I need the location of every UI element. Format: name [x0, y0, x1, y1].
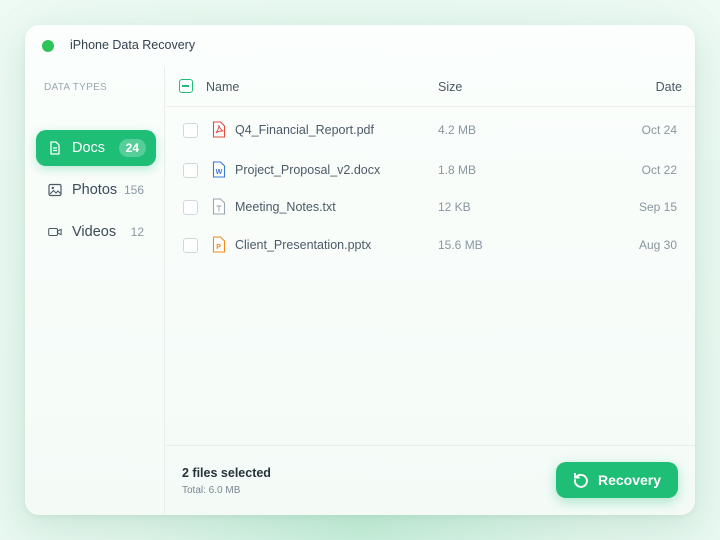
file-date: Aug 30: [638, 238, 677, 252]
file-size: 4.2 MB: [438, 123, 477, 137]
svg-text:P: P: [216, 244, 221, 251]
file-name: Client_Presentation.pptx: [235, 238, 372, 252]
sidebar-item-label: Videos: [72, 224, 117, 240]
video-icon: [48, 227, 62, 237]
sidebar: DATA TYPES Docs 24 Photos 156 Videos 12: [25, 67, 165, 515]
file-size: 1.8 MB: [438, 163, 477, 177]
sidebar-heading: DATA TYPES: [44, 82, 108, 93]
recovery-button[interactable]: Recovery: [556, 462, 678, 498]
text-file-icon: [212, 198, 226, 215]
file-date: Oct 24: [641, 123, 677, 137]
file-date: Sep 15: [638, 200, 677, 214]
file-name: Project_Proposal_v2.docx: [235, 163, 381, 177]
app-title: iPhone Data Recovery: [70, 38, 196, 52]
row-checkbox[interactable]: [183, 123, 198, 138]
row-checkbox[interactable]: [183, 163, 198, 178]
powerpoint-icon: P: [212, 236, 226, 253]
status-dot: [42, 40, 54, 52]
sidebar-item-photos[interactable]: Photos 156: [36, 172, 156, 208]
selection-total: Total: 6.0 MB: [182, 485, 241, 496]
table-header: Name Size Date: [166, 67, 695, 107]
sidebar-item-label: Photos: [72, 182, 118, 198]
item-count: 156: [123, 183, 144, 197]
image-icon: [48, 183, 62, 197]
document-icon: [50, 141, 60, 155]
file-list-panel: Name Size Date Q4_Financial_Report.pdf 4…: [166, 67, 695, 515]
select-all-checkbox[interactable]: [179, 79, 193, 93]
file-size: 12 KB: [438, 200, 471, 214]
selection-count: 2 files selected: [182, 466, 271, 480]
title-bar: iPhone Data Recovery: [25, 25, 695, 67]
column-header-name[interactable]: Name: [206, 80, 239, 94]
file-date: Oct 22: [641, 163, 677, 177]
count-badge: 24: [118, 139, 146, 157]
file-name: Meeting_Notes.txt: [235, 200, 336, 214]
column-header-date[interactable]: Date: [656, 80, 682, 94]
row-checkbox[interactable]: [183, 238, 198, 253]
word-icon: W: [212, 161, 226, 178]
file-size: 15.6 MB: [438, 238, 483, 252]
table-row[interactable]: Q4_Financial_Report.pdf 4.2 MB Oct 24: [166, 115, 695, 145]
table-row[interactable]: P Client_Presentation.pptx 15.6 MB Aug 3…: [166, 230, 695, 260]
selection-footer: 2 files selected Total: 6.0 MB Recovery: [166, 445, 695, 515]
column-header-size[interactable]: Size: [438, 80, 462, 94]
item-count: 12: [130, 225, 144, 239]
file-name: Q4_Financial_Report.pdf: [235, 123, 374, 137]
sidebar-item-label: Docs: [72, 140, 106, 156]
table-row[interactable]: W Project_Proposal_v2.docx 1.8 MB Oct 22: [166, 155, 695, 185]
row-checkbox[interactable]: [183, 200, 198, 215]
recovery-button-label: Recovery: [598, 472, 662, 488]
sidebar-item-videos[interactable]: Videos 12: [36, 214, 156, 250]
pdf-icon: [212, 121, 226, 138]
svg-text:W: W: [216, 169, 223, 176]
app-window: iPhone Data Recovery DATA TYPES Docs 24 …: [25, 25, 695, 515]
restore-icon: [574, 472, 588, 488]
sidebar-item-docs[interactable]: Docs 24: [36, 130, 156, 166]
table-row[interactable]: Meeting_Notes.txt 12 KB Sep 15: [166, 192, 695, 222]
